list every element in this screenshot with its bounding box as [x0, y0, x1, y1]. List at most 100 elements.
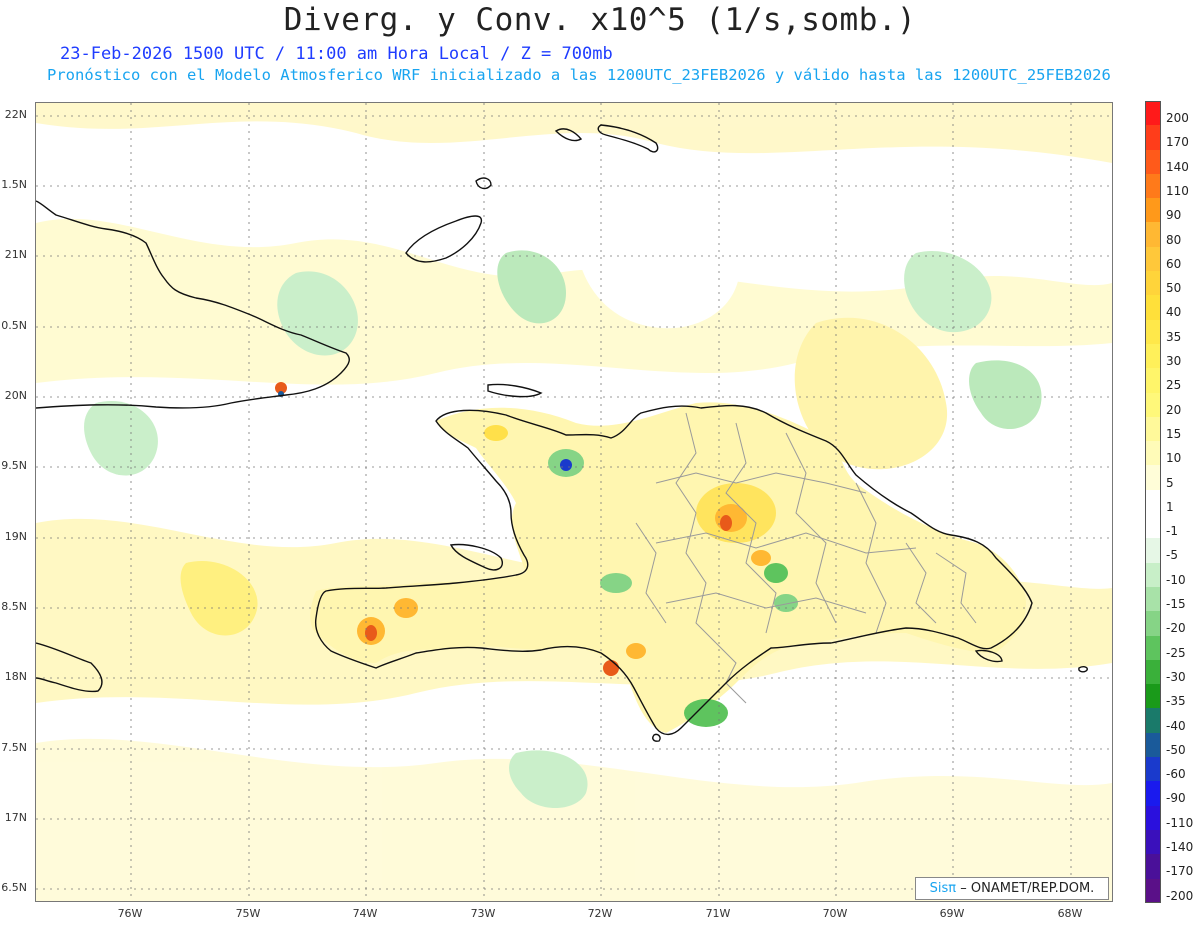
colorbar-segment: [1145, 586, 1161, 612]
colorbar-label: -5: [1166, 548, 1178, 563]
colorbar-label: 60: [1166, 256, 1182, 271]
coast-tortuga: [487, 383, 543, 398]
colorbar-label: 35: [1166, 329, 1182, 344]
colorbar-segment: [1145, 489, 1161, 515]
map-title: Diverg. y Conv. x10^5 (1/s,somb.): [283, 2, 917, 38]
colorbar-segment: [1145, 319, 1161, 344]
colorbar-segment: [1145, 465, 1161, 490]
credit-box: Sisπ – ONAMET/REP.DOM.: [915, 877, 1109, 900]
colorbar-label: 25: [1166, 378, 1182, 393]
colorbar-segment: [1145, 149, 1161, 174]
coast-inagua: [405, 215, 483, 263]
colorbar-segment: [1145, 295, 1161, 320]
lat-label: 8.5N: [1, 600, 27, 613]
lon-label: 72W: [587, 907, 613, 920]
colorbar-label: 40: [1166, 305, 1182, 320]
colorbar-segment: [1145, 101, 1161, 126]
colorbar-segment: [1145, 805, 1161, 830]
colorbar-label: 170: [1166, 135, 1189, 150]
lon-label: 75W: [235, 907, 261, 920]
lon-label: 71W: [705, 907, 731, 920]
colorbar-segment: [1145, 271, 1161, 296]
colorbar-segment: [1145, 538, 1161, 563]
coast-mona: [1078, 666, 1088, 673]
colorbar-label: -170: [1166, 864, 1194, 879]
colorbar-label: 1: [1166, 499, 1174, 514]
colorbar-label: -90: [1166, 791, 1186, 806]
lat-label: 18N: [4, 670, 27, 683]
divergence-map: [36, 103, 1112, 901]
colorbar-segment: [1145, 392, 1161, 417]
colorbar-segment: [1145, 659, 1161, 685]
lon-label: 73W: [470, 907, 496, 920]
colorbar-segment: [1145, 684, 1161, 709]
colorbar-segment: [1145, 343, 1161, 369]
lat-label: 7.5N: [1, 741, 27, 754]
colorbar-segment: [1145, 878, 1161, 903]
lon-label: 69W: [939, 907, 965, 920]
colorbar-label: 140: [1166, 159, 1189, 174]
colorbar-label: -1: [1166, 524, 1178, 539]
colorbar-segment: [1145, 757, 1161, 782]
colorbar: [1145, 101, 1161, 903]
colorbar-segment: [1145, 198, 1161, 223]
colorbar-segment: [1145, 173, 1161, 199]
colorbar-segment: [1145, 416, 1161, 442]
colorbar-label: 200: [1166, 111, 1189, 125]
colorbar-segment: [1145, 611, 1161, 636]
colorbar-label: -50: [1166, 742, 1186, 757]
colorbar-segment: [1145, 635, 1161, 660]
colorbar-label: 30: [1166, 354, 1182, 369]
lat-label: 17N: [4, 811, 27, 824]
lat-label: 20N: [4, 389, 27, 402]
colorbar-segment: [1145, 708, 1161, 733]
lon-label: 74W: [352, 907, 378, 920]
lat-label: 0.5N: [1, 319, 27, 332]
colorbar-label: 50: [1166, 281, 1182, 296]
sispi-logo: Sisπ: [929, 881, 957, 896]
colorbar-label: -200: [1166, 888, 1194, 903]
colorbar-label: -25: [1166, 645, 1186, 660]
lat-label: 22N: [4, 108, 27, 121]
lat-label: 19N: [4, 530, 27, 543]
colorbar-segment: [1145, 441, 1161, 466]
lon-label: 70W: [822, 907, 848, 920]
colorbar-segment: [1145, 125, 1161, 150]
colorbar-label: -40: [1166, 718, 1186, 733]
colorbar-label: 90: [1166, 208, 1182, 223]
credit-text: – ONAMET/REP.DOM.: [960, 881, 1095, 896]
map-panel: [35, 102, 1113, 902]
lat-label: 1.5N: [1, 178, 27, 191]
colorbar-label: 20: [1166, 402, 1182, 417]
lat-label: 9.5N: [1, 459, 27, 472]
colorbar-label: 10: [1166, 451, 1182, 466]
colorbar-segment: [1145, 854, 1161, 879]
colorbar-segment: [1145, 222, 1161, 247]
colorbar-label: -60: [1166, 767, 1186, 782]
colorbar-label: 110: [1166, 183, 1189, 198]
valid-time-subtitle: 23-Feb-2026 1500 UTC / 11:00 am Hora Loc…: [60, 44, 613, 64]
colorbar-label: -35: [1166, 694, 1186, 709]
colorbar-segment: [1145, 562, 1161, 587]
colorbar-segment: [1145, 514, 1161, 539]
colorbar-label: 5: [1166, 475, 1174, 490]
coast-caicos-1: [475, 177, 492, 190]
lat-label: 6.5N: [1, 881, 27, 894]
colorbar-label: 15: [1166, 426, 1182, 441]
colorbar-label: -110: [1166, 815, 1194, 830]
lon-label: 76W: [117, 907, 143, 920]
colorbar-segment: [1145, 246, 1161, 272]
colorbar-label: -15: [1166, 597, 1186, 612]
colorbar-segment: [1145, 781, 1161, 806]
lat-label: 21N: [4, 248, 27, 261]
colorbar-label: -10: [1166, 572, 1186, 587]
colorbar-segment: [1145, 829, 1161, 855]
coast-beata: [652, 733, 661, 742]
model-run-subtitle: Pronóstico con el Modelo Atmosferico WRF…: [47, 66, 1111, 84]
colorbar-label: -20: [1166, 621, 1186, 636]
colorbar-label: -140: [1166, 840, 1194, 855]
colorbar-segment: [1145, 368, 1161, 393]
lon-label: 68W: [1057, 907, 1083, 920]
colorbar-label: -30: [1166, 669, 1186, 684]
colorbar-label: 80: [1166, 232, 1182, 247]
